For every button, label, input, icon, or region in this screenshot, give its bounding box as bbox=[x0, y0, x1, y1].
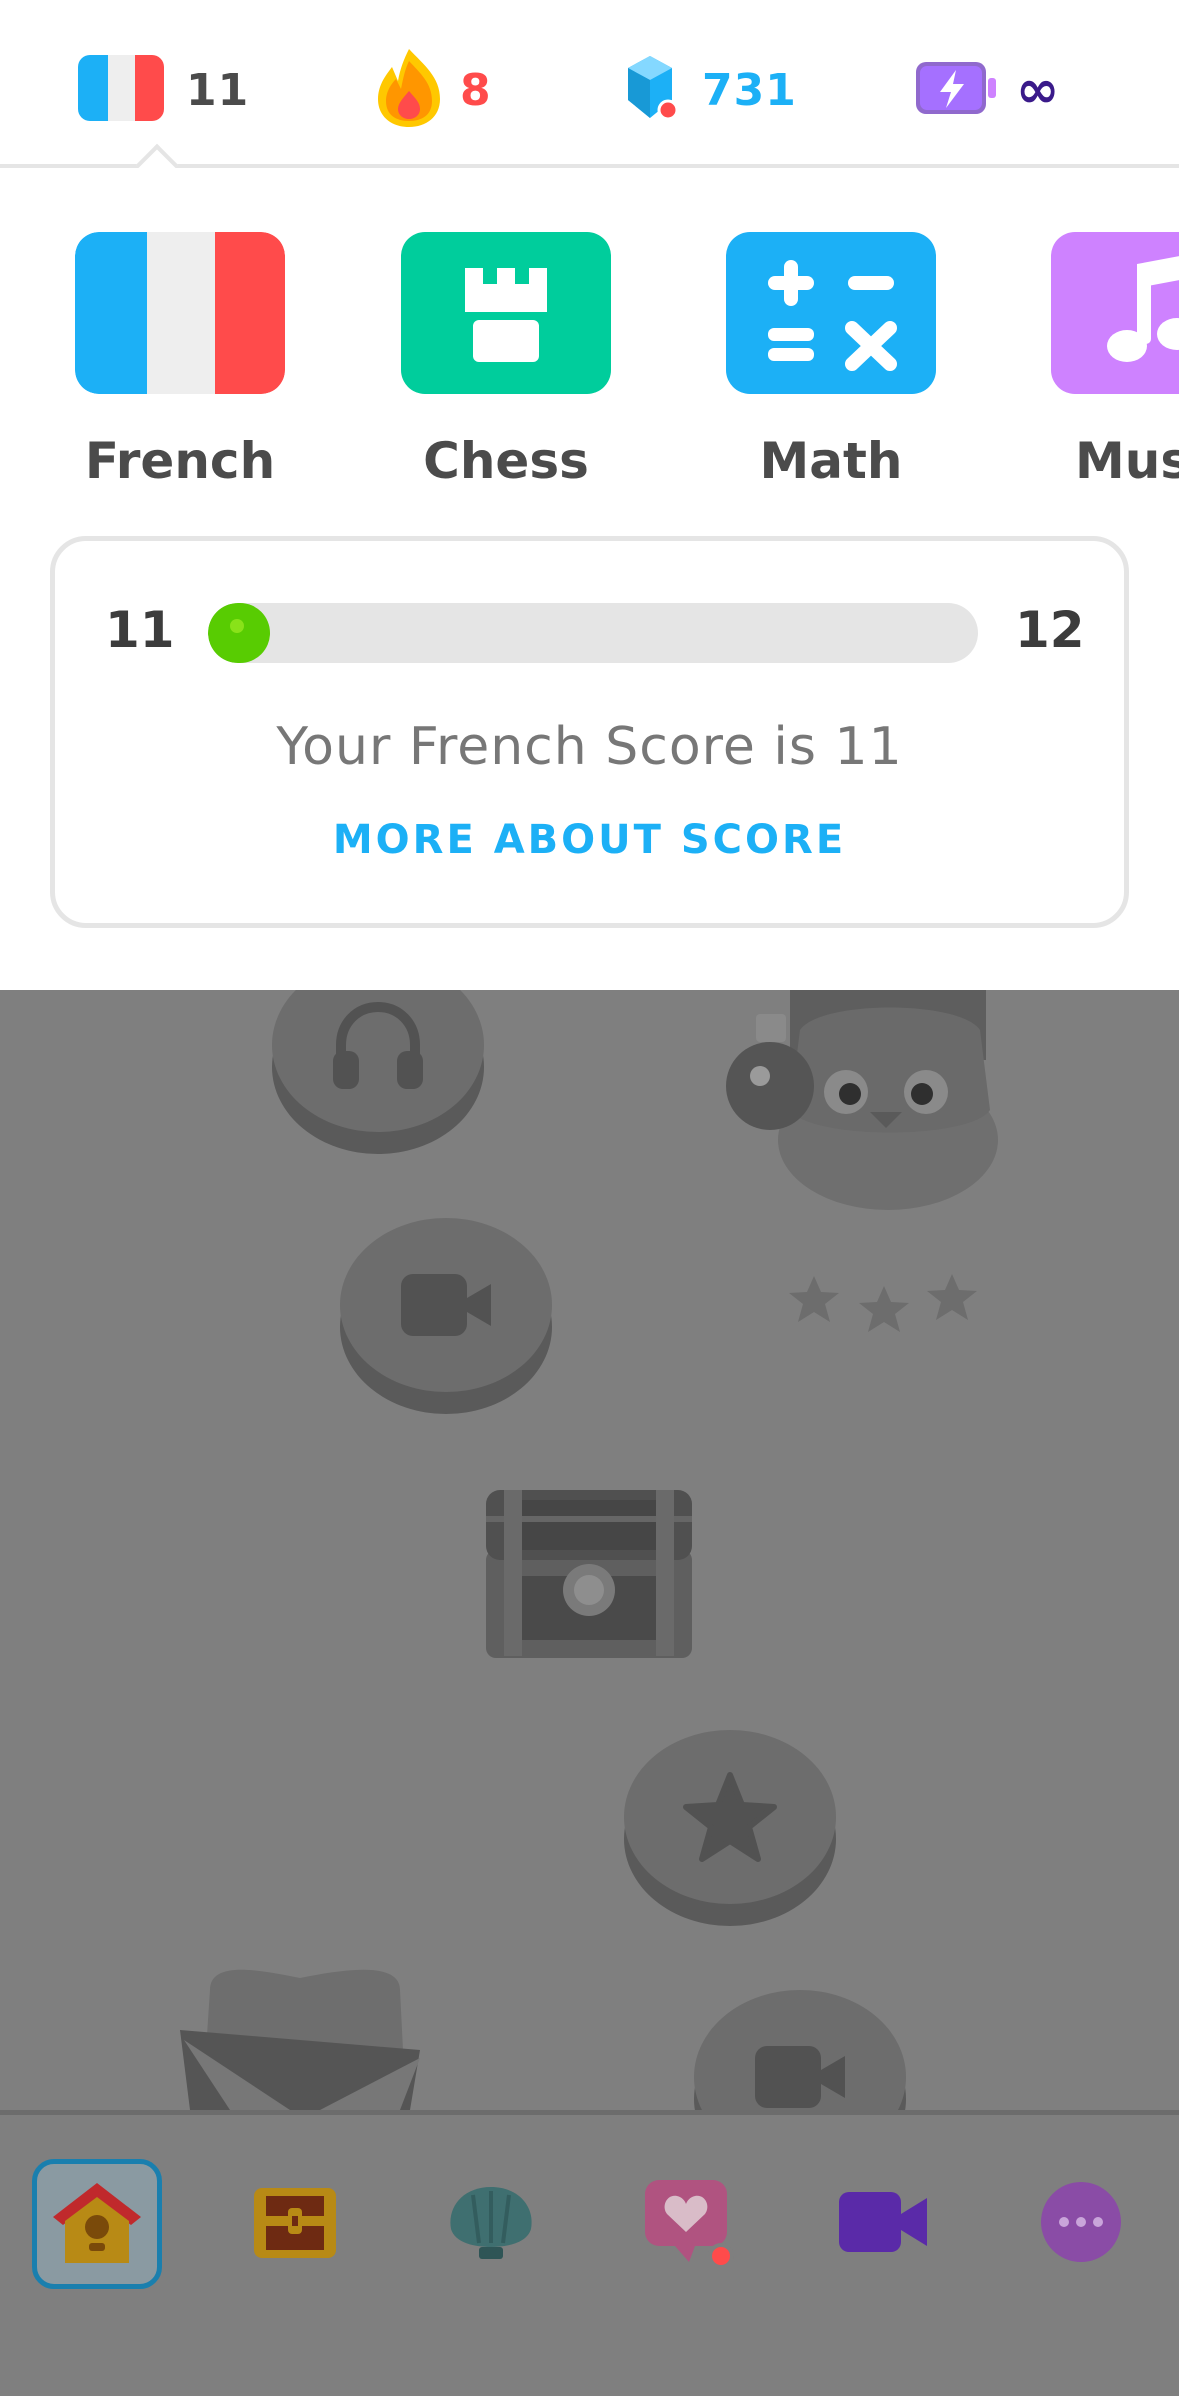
course-dropdown-panel: French Chess Math Mus 11 12 Your French … bbox=[0, 170, 1179, 990]
star-icon bbox=[624, 1730, 836, 1904]
nav-video-call[interactable] bbox=[818, 2159, 948, 2289]
path-node-video[interactable] bbox=[340, 1218, 552, 1414]
top-stats-bar: 11 8 731 ∞ bbox=[0, 0, 1179, 168]
streak-flame-icon bbox=[374, 47, 444, 133]
score-card: 11 12 Your French Score is 11 MORE ABOUT… bbox=[50, 536, 1129, 928]
score-description: Your French Score is 11 bbox=[276, 717, 903, 777]
duo-owl-character bbox=[710, 990, 1010, 1220]
more-about-score-link[interactable]: MORE ABOUT SCORE bbox=[55, 817, 1124, 863]
course-name: Chess bbox=[423, 432, 589, 490]
music-note-icon bbox=[1051, 232, 1179, 394]
french-flag-icon bbox=[78, 55, 164, 125]
course-item-french[interactable]: French bbox=[60, 232, 300, 490]
energy-value: ∞ bbox=[1016, 60, 1061, 120]
nav-home[interactable] bbox=[32, 2159, 162, 2289]
nav-shell[interactable] bbox=[426, 2159, 556, 2289]
home-icon bbox=[47, 2177, 147, 2271]
more-icon bbox=[1036, 2177, 1126, 2271]
course-name: Music bbox=[1075, 432, 1179, 490]
course-count: 11 bbox=[186, 64, 250, 116]
course-name: Math bbox=[759, 432, 903, 490]
score-progress-fill bbox=[208, 603, 270, 663]
character-hat bbox=[170, 1960, 430, 2110]
treasure-chest-icon bbox=[250, 2182, 340, 2266]
heart-chat-icon bbox=[639, 2174, 739, 2274]
streak-count: 8 bbox=[460, 64, 492, 116]
next-score: 12 bbox=[1015, 601, 1085, 659]
shell-icon bbox=[443, 2177, 539, 2271]
score-progress-bar bbox=[208, 603, 978, 663]
video-camera-icon bbox=[340, 1218, 552, 1392]
math-operators-icon bbox=[726, 232, 936, 394]
video-camera-icon bbox=[833, 2182, 933, 2266]
streak-button[interactable]: 8 bbox=[374, 49, 492, 128]
bottom-navigation bbox=[0, 2110, 1179, 2396]
star-rating bbox=[784, 1272, 984, 1332]
path-node-treasure-chest[interactable] bbox=[484, 1480, 694, 1660]
course-item-music[interactable]: Music bbox=[1036, 232, 1179, 490]
nav-leaderboard[interactable] bbox=[230, 2159, 360, 2289]
energy-battery-icon bbox=[914, 58, 998, 122]
path-node-listening[interactable] bbox=[272, 990, 484, 1154]
course-name: French bbox=[84, 432, 276, 490]
energy-button[interactable]: ∞ bbox=[914, 52, 1060, 128]
gem-icon bbox=[620, 52, 680, 128]
french-flag-icon bbox=[75, 232, 285, 394]
chess-rook-icon bbox=[401, 232, 611, 394]
course-item-chess[interactable]: Chess bbox=[386, 232, 626, 490]
progress-shine bbox=[230, 619, 244, 633]
gems-button[interactable]: 731 bbox=[620, 52, 797, 128]
course-selector-button[interactable]: 11 bbox=[78, 52, 249, 128]
current-score: 11 bbox=[105, 601, 175, 659]
path-node-practice[interactable] bbox=[624, 1730, 836, 1926]
nav-more[interactable] bbox=[1016, 2159, 1146, 2289]
course-item-math[interactable]: Math bbox=[711, 232, 951, 490]
gems-count: 731 bbox=[702, 64, 797, 116]
nav-friends[interactable] bbox=[624, 2159, 754, 2289]
